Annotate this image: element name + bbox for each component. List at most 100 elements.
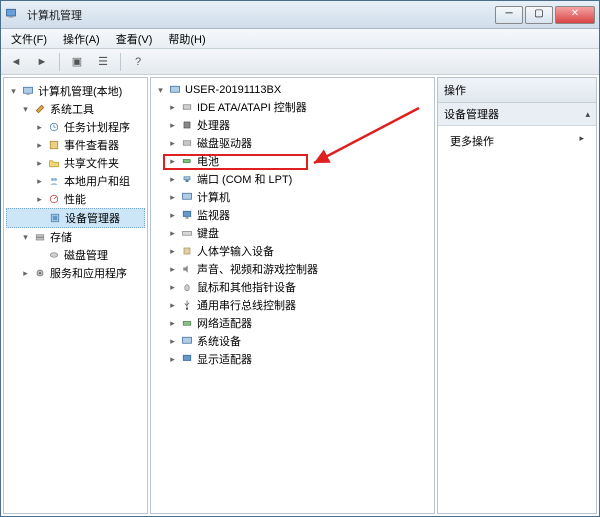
expand-icon[interactable]: ▸ <box>167 300 178 311</box>
computer-icon <box>168 83 182 97</box>
performance-icon <box>47 192 61 206</box>
expand-icon[interactable]: ▸ <box>20 268 31 279</box>
system-icon <box>180 334 194 348</box>
expand-icon[interactable]: ▸ <box>167 192 178 203</box>
expand-icon[interactable]: ▸ <box>34 140 45 151</box>
expand-icon[interactable]: ▸ <box>167 264 178 275</box>
back-button[interactable]: ◄ <box>5 52 27 72</box>
expand-icon[interactable]: ▸ <box>167 210 178 221</box>
menu-help[interactable]: 帮助(H) <box>160 29 213 49</box>
tree-label: 通用串行总线控制器 <box>197 297 296 313</box>
collapse-icon[interactable]: ▾ <box>155 85 166 96</box>
expand-icon[interactable]: ▸ <box>167 228 178 239</box>
device-mice[interactable]: ▸ 鼠标和其他指针设备 <box>153 278 432 296</box>
actions-subheader[interactable]: 设备管理器 ▴ <box>438 103 596 126</box>
keyboard-icon <box>180 226 194 240</box>
expand-icon[interactable]: ▸ <box>167 354 178 365</box>
chevron-up-icon: ▴ <box>585 109 590 120</box>
titlebar[interactable]: 计算机管理 ─ ▢ ✕ <box>1 1 599 29</box>
expand-icon[interactable]: ▸ <box>167 318 178 329</box>
expand-icon[interactable]: ▸ <box>167 102 178 113</box>
hid-icon <box>180 244 194 258</box>
device-tree: ▾ USER-20191113BX ▸ IDE ATA/ATAPI 控制器 ▸ … <box>151 78 434 372</box>
tree-label: 鼠标和其他指针设备 <box>197 279 296 295</box>
expand-icon[interactable]: ▸ <box>34 158 45 169</box>
expand-icon[interactable]: ▸ <box>167 138 178 149</box>
tree-device-manager[interactable]: 设备管理器 <box>6 208 145 228</box>
tree-storage[interactable]: ▾ 存储 <box>6 228 145 246</box>
chevron-right-icon: ▸ <box>579 133 584 144</box>
expand-icon[interactable]: ▸ <box>34 122 45 133</box>
tree-label: 电池 <box>197 153 219 169</box>
action-more[interactable]: 更多操作 ▸ <box>444 130 590 152</box>
expand-icon[interactable]: ▸ <box>167 174 178 185</box>
actions-body: 更多操作 ▸ <box>438 126 596 513</box>
tree-services-apps[interactable]: ▸ 服务和应用程序 <box>6 264 145 282</box>
battery-icon <box>180 154 194 168</box>
event-icon <box>47 138 61 152</box>
tree-task-scheduler[interactable]: ▸ 任务计划程序 <box>6 118 145 136</box>
users-icon <box>47 174 61 188</box>
collapse-icon[interactable]: ▾ <box>20 232 31 243</box>
menu-view[interactable]: 查看(V) <box>108 29 161 49</box>
body: ▾ 计算机管理(本地) ▾ 系统工具 ▸ 任务计划程序 ▸ 事件 <box>1 75 599 516</box>
up-button[interactable]: ▣ <box>66 52 88 72</box>
device-sound[interactable]: ▸ 声音、视频和游戏控制器 <box>153 260 432 278</box>
device-keyboards[interactable]: ▸ 键盘 <box>153 224 432 242</box>
device-disks[interactable]: ▸ 磁盘驱动器 <box>153 134 432 152</box>
computer-icon <box>180 190 194 204</box>
device-batteries[interactable]: ▸ 电池 <box>153 152 432 170</box>
device-monitors[interactable]: ▸ 监视器 <box>153 206 432 224</box>
gear-icon <box>33 266 47 280</box>
actions-header: 操作 <box>438 78 596 103</box>
disk-icon <box>180 136 194 150</box>
device-processors[interactable]: ▸ 处理器 <box>153 116 432 134</box>
menu-file[interactable]: 文件(F) <box>3 29 55 49</box>
device-ide[interactable]: ▸ IDE ATA/ATAPI 控制器 <box>153 98 432 116</box>
tree-label: IDE ATA/ATAPI 控制器 <box>197 99 307 115</box>
tree-label: 存储 <box>50 229 72 245</box>
tree-shared-folders[interactable]: ▸ 共享文件夹 <box>6 154 145 172</box>
properties-button[interactable]: ☰ <box>92 52 114 72</box>
collapse-icon[interactable]: ▾ <box>8 86 19 97</box>
expand-icon[interactable]: ▸ <box>167 336 178 347</box>
minimize-button[interactable]: ─ <box>495 6 523 24</box>
device-ports[interactable]: ▸ 端口 (COM 和 LPT) <box>153 170 432 188</box>
tree-system-tools[interactable]: ▾ 系统工具 <box>6 100 145 118</box>
monitor-icon <box>180 208 194 222</box>
expand-icon[interactable]: ▸ <box>167 156 178 167</box>
disk-icon <box>47 248 61 262</box>
tree-label: 声音、视频和游戏控制器 <box>197 261 318 277</box>
menu-action[interactable]: 操作(A) <box>55 29 108 49</box>
window-buttons: ─ ▢ ✕ <box>495 6 595 24</box>
expand-icon[interactable]: ▸ <box>167 120 178 131</box>
collapse-icon[interactable]: ▾ <box>20 104 31 115</box>
expand-icon[interactable]: ▸ <box>34 194 45 205</box>
tree-local-users[interactable]: ▸ 本地用户和组 <box>6 172 145 190</box>
tree-label: 磁盘驱动器 <box>197 135 252 151</box>
device-computer[interactable]: ▸ 计算机 <box>153 188 432 206</box>
tree-performance[interactable]: ▸ 性能 <box>6 190 145 208</box>
close-button[interactable]: ✕ <box>555 6 595 24</box>
device-root[interactable]: ▾ USER-20191113BX <box>153 82 432 98</box>
expand-icon[interactable]: ▸ <box>167 246 178 257</box>
tree-event-viewer[interactable]: ▸ 事件查看器 <box>6 136 145 154</box>
tree-root[interactable]: ▾ 计算机管理(本地) <box>6 82 145 100</box>
tree-label: 系统设备 <box>197 333 241 349</box>
forward-button[interactable]: ► <box>31 52 53 72</box>
expand-icon[interactable]: ▸ <box>167 282 178 293</box>
expand-icon[interactable]: ▸ <box>34 176 45 187</box>
display-icon <box>180 352 194 366</box>
tree-label: 磁盘管理 <box>64 247 108 263</box>
device-system[interactable]: ▸ 系统设备 <box>153 332 432 350</box>
tree-label: 键盘 <box>197 225 219 241</box>
tree-disk-management[interactable]: 磁盘管理 <box>6 246 145 264</box>
mouse-icon <box>180 280 194 294</box>
device-network[interactable]: ▸ 网络适配器 <box>153 314 432 332</box>
maximize-button[interactable]: ▢ <box>525 6 553 24</box>
device-usb[interactable]: ▸ 通用串行总线控制器 <box>153 296 432 314</box>
help-button[interactable]: ? <box>127 52 149 72</box>
device-hid[interactable]: ▸ 人体学输入设备 <box>153 242 432 260</box>
device-display[interactable]: ▸ 显示适配器 <box>153 350 432 368</box>
tree-label: 服务和应用程序 <box>50 265 127 281</box>
